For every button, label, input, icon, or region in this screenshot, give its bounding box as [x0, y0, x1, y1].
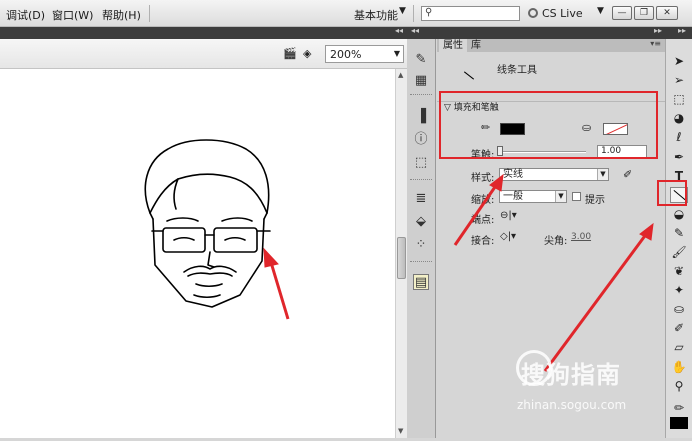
- eraser-tool-icon[interactable]: ▱: [670, 339, 688, 355]
- tools-panel: ➤ ➢ ⬚ ◕ ℓ ✒ T ◒ ✎ 🖌 ❦ ✦ ⛀ ✐ ▱ ✋ ⚲ ✏: [665, 39, 692, 438]
- info-icon[interactable]: ⓘ: [413, 132, 429, 148]
- properties-icon[interactable]: ▤: [413, 274, 429, 290]
- hand-tool-icon[interactable]: ✋: [670, 359, 688, 375]
- selection-tool-icon[interactable]: ➤: [670, 53, 688, 69]
- 3d-rotation-tool-icon[interactable]: ◕: [670, 110, 688, 126]
- chevron-down-icon: ▼: [393, 49, 400, 58]
- edit-symbol-icon[interactable]: ◈: [303, 48, 317, 60]
- code-snippets-icon[interactable]: ≣: [413, 191, 429, 207]
- transform-icon[interactable]: ⬚: [413, 155, 429, 171]
- close-button[interactable]: ✕: [656, 6, 678, 20]
- minimize-button[interactable]: —: [612, 6, 632, 20]
- pen-tool-icon[interactable]: ✒: [670, 149, 688, 165]
- components-icon[interactable]: ⬙: [413, 214, 429, 230]
- scroll-up-icon[interactable]: ▲: [398, 71, 403, 79]
- dock-header: ◂◂ ▸▸ ▸▸: [407, 26, 692, 39]
- menu-window[interactable]: 窗口(W): [52, 7, 93, 23]
- menu-divider: [413, 5, 414, 22]
- workspace-switcher[interactable]: 基本功能: [354, 7, 398, 23]
- dock-grip[interactable]: [410, 179, 432, 181]
- workspace-caret-icon[interactable]: ▼: [399, 6, 406, 16]
- stage-toolbar: 🎬 ◈ 200% ▼: [0, 39, 407, 69]
- zoom-value: 200%: [330, 48, 362, 61]
- swatches-icon[interactable]: ▦: [413, 73, 429, 89]
- rectangle-tool-icon[interactable]: ◒: [670, 206, 688, 222]
- pencil-tool-icon[interactable]: ✎: [670, 225, 688, 241]
- edit-scene-icon[interactable]: 🎬: [283, 48, 297, 60]
- face-drawing: [144, 139, 290, 320]
- deco-tool-icon[interactable]: ❦: [670, 263, 688, 279]
- bone-tool-icon[interactable]: ✦: [670, 282, 688, 298]
- scroll-thumb[interactable]: [397, 237, 406, 279]
- line-tool-highlight: [657, 180, 687, 206]
- panel-arrows-icon[interactable]: ▸▸: [654, 26, 662, 35]
- stroke-color-tool-icon[interactable]: ✏: [670, 400, 688, 416]
- menubar: 调试(D) 窗口(W) 帮助(H) 基本功能 ▼ ⚲ CS Live ▼ — ❐…: [0, 0, 692, 27]
- tools-arrows-icon[interactable]: ▸▸: [678, 26, 686, 35]
- menu-divider: [149, 5, 150, 22]
- stage-vertical-scrollbar[interactable]: ▲ ▼: [395, 69, 407, 438]
- watermark-brand: 搜狗指南: [521, 361, 621, 389]
- search-input[interactable]: ⚲: [421, 6, 520, 21]
- free-transform-tool-icon[interactable]: ⬚: [670, 91, 688, 107]
- search-icon: ⚲: [425, 7, 433, 18]
- subselection-tool-icon[interactable]: ➢: [670, 72, 688, 88]
- align-icon[interactable]: ▐: [413, 109, 429, 125]
- eyedropper-tool-icon[interactable]: ✐: [670, 320, 688, 336]
- restore-button[interactable]: ❐: [634, 6, 654, 20]
- expand-arrows-icon[interactable]: ◂◂: [411, 26, 419, 35]
- menu-debug[interactable]: 调试(D): [6, 7, 45, 23]
- panel-icon-dock: ✎ ▦ ▐ ⓘ ⬚ ≣ ⬙ ⁘ ▤: [407, 39, 436, 438]
- watermark-url: zhinan.sogou.com: [517, 398, 627, 412]
- dock-grip[interactable]: [410, 261, 432, 263]
- dock-grip[interactable]: [410, 94, 432, 96]
- motion-presets-icon[interactable]: ⁘: [413, 237, 429, 253]
- cs-live-label: CS Live: [542, 7, 583, 20]
- zoom-tool-icon[interactable]: ⚲: [670, 378, 688, 394]
- cs-live-caret-icon[interactable]: ▼: [597, 6, 604, 16]
- menu-help[interactable]: 帮助(H): [102, 7, 141, 23]
- cs-live-icon: [528, 8, 538, 18]
- stage-header: ◂◂: [0, 26, 407, 39]
- cs-live-button[interactable]: CS Live: [528, 7, 583, 20]
- lasso-tool-icon[interactable]: ℓ: [670, 129, 688, 145]
- scroll-down-icon[interactable]: ▼: [398, 427, 403, 435]
- stage-canvas[interactable]: [0, 69, 395, 438]
- stroke-color-tool-swatch[interactable]: [670, 417, 688, 429]
- brush-tool-icon[interactable]: 🖌: [670, 244, 688, 260]
- paint-bucket-tool-icon[interactable]: ⛀: [670, 301, 688, 317]
- fill-stroke-highlight: [439, 91, 658, 159]
- zoom-select[interactable]: 200% ▼: [325, 45, 404, 63]
- collapse-arrows-icon[interactable]: ◂◂: [395, 26, 403, 35]
- motion-editor-icon[interactable]: ✎: [413, 52, 429, 68]
